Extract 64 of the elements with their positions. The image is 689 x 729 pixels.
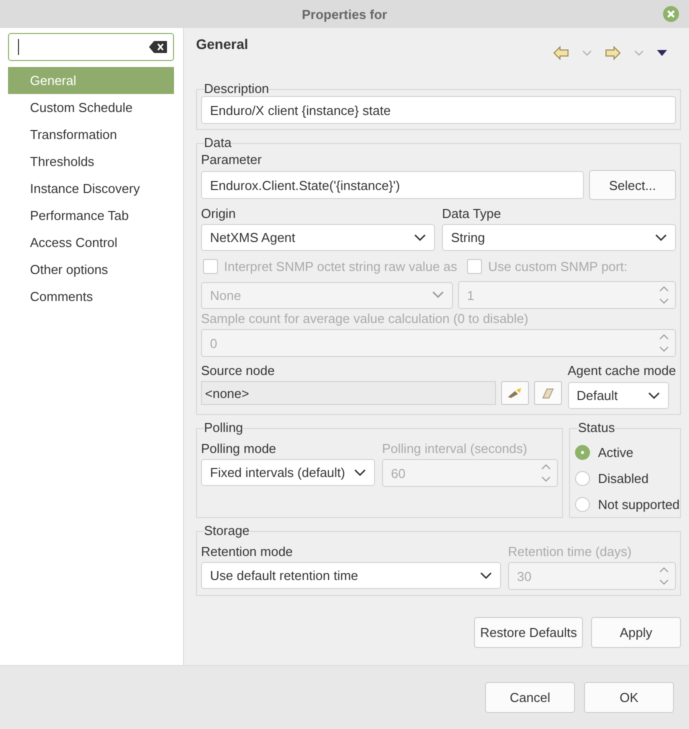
menu-triangle-icon[interactable]: [657, 50, 667, 56]
window-title: Properties for: [302, 6, 388, 22]
field-label: Polling interval (seconds): [382, 440, 528, 458]
dialog-button[interactable]: OK: [584, 682, 674, 713]
filter-field[interactable]: [8, 33, 174, 61]
group-label: Data: [204, 136, 232, 150]
page-button[interactable]: Restore Defaults: [474, 617, 583, 648]
sidebar-item[interactable]: Custom Schedule: [8, 94, 174, 121]
forward-arrow-icon[interactable]: [605, 46, 621, 60]
field-label: Retention mode: [201, 543, 294, 561]
field-label: Agent cache mode: [568, 362, 676, 380]
group-label: Description: [204, 82, 270, 96]
back-arrow-icon[interactable]: [553, 46, 569, 60]
sidebar-item[interactable]: Transformation: [8, 121, 174, 148]
dialog-button[interactable]: Cancel: [485, 682, 575, 713]
dropdown[interactable]: String: [442, 224, 676, 251]
eraser-icon: [540, 387, 555, 399]
page-button[interactable]: Apply: [591, 617, 681, 648]
chevron-down-icon: [414, 234, 426, 242]
field-label: Sample count for average value calculation (0 to disable): [201, 310, 530, 328]
checkbox-label: Interpret SNMP octet string raw value as: [224, 259, 458, 274]
page-title: General: [196, 36, 248, 53]
pick-button[interactable]: [500, 381, 529, 405]
chevron-down-icon[interactable]: [582, 50, 592, 56]
sidebar-item[interactable]: Comments: [8, 283, 174, 310]
radio-label: Active: [598, 444, 634, 460]
radio-button[interactable]: [575, 470, 590, 486]
chevron-down-icon: [648, 392, 660, 400]
clear-icon[interactable]: [149, 41, 167, 53]
radio-button[interactable]: [575, 444, 590, 460]
sidebar-item[interactable]: Thresholds: [8, 148, 174, 175]
select-button[interactable]: Select...: [589, 170, 676, 200]
checkbox-label: Use custom SNMP port:: [488, 259, 628, 274]
radio-label: Not supported: [598, 496, 680, 512]
dropdown[interactable]: Fixed intervals (default): [201, 459, 375, 486]
sidebar-item[interactable]: Performance Tab: [8, 202, 174, 229]
radio-label: Disabled: [598, 470, 649, 486]
text-field[interactable]: Endurox.Client.State('{instance}'): [201, 171, 584, 199]
field-label: Polling mode: [201, 440, 278, 458]
group-label: Status: [578, 421, 615, 435]
sidebar-item[interactable]: Other options: [8, 256, 174, 283]
field-label: Parameter: [201, 151, 263, 169]
radio-button[interactable]: [575, 496, 590, 512]
chevron-down-icon: [432, 291, 444, 299]
text-field[interactable]: <none>: [201, 381, 496, 405]
clear-button[interactable]: [534, 381, 562, 405]
chevron-down-icon: [354, 468, 366, 476]
field-label: Source node: [201, 362, 276, 380]
sidebar-item[interactable]: Access Control: [8, 229, 174, 256]
sidebar-item[interactable]: Instance Discovery: [8, 175, 174, 202]
group-label: Polling: [204, 421, 244, 435]
field-label: Retention time (days): [508, 543, 633, 561]
text-field[interactable]: Enduro/X client {instance} state: [201, 96, 676, 124]
group-label: Storage: [204, 524, 250, 538]
chevron-down-icon: [480, 572, 492, 580]
close-icon[interactable]: [662, 5, 680, 23]
field-label: Origin: [201, 205, 237, 223]
dropdown[interactable]: Default: [568, 382, 669, 409]
dropdown[interactable]: Use default retention time: [201, 562, 501, 589]
flashlight-icon: [506, 387, 523, 399]
dropdown[interactable]: NetXMS Agent: [201, 224, 435, 251]
chevron-down-icon: [655, 234, 667, 242]
chevron-down-icon[interactable]: [634, 50, 644, 56]
field-label: Data Type: [442, 205, 502, 223]
